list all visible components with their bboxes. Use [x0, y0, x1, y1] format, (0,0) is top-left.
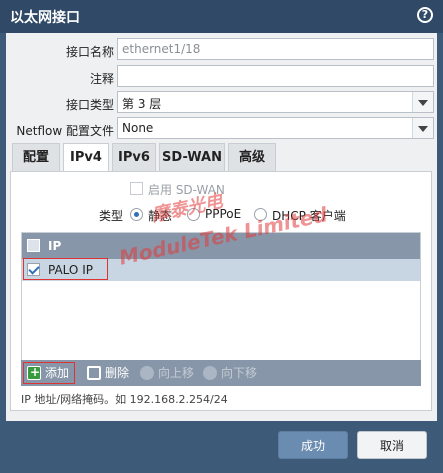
dialog-titlebar: 以太网接口 ? — [0, 0, 443, 33]
minus-icon — [87, 366, 101, 380]
ethernet-interface-dialog: 以太网接口 ? 接口名称 ethernet1/18 注释 接口类型 第 3 层 … — [0, 0, 443, 473]
tab-ipv4[interactable]: IPv4 — [63, 143, 109, 171]
comment-field[interactable] — [117, 65, 434, 87]
interface-type-value: 第 3 层 — [122, 97, 162, 111]
chevron-down-icon[interactable] — [412, 118, 433, 138]
tab-sdwan[interactable]: SD-WAN — [159, 143, 225, 171]
delete-button[interactable]: 删除 — [87, 364, 137, 382]
tab-advanced[interactable]: 高级 — [228, 143, 276, 171]
chevron-down-icon[interactable] — [412, 92, 433, 112]
delete-label: 删除 — [105, 366, 130, 380]
radio-pppoe-label: PPPoE — [205, 207, 242, 221]
ip-table-toolbar: + 添加 删除 向上移 向下移 — [21, 360, 421, 386]
interface-type-select[interactable]: 第 3 层 — [117, 91, 434, 113]
enable-sdwan-label: 启用 SD-WAN — [148, 183, 225, 197]
cancel-button[interactable]: 取消 — [357, 431, 427, 459]
move-up-label: 向上移 — [158, 366, 195, 380]
interface-name-field: ethernet1/18 — [117, 38, 434, 60]
dialog-content: 接口名称 ethernet1/18 注释 接口类型 第 3 层 Netflow … — [6, 33, 437, 421]
netflow-profile-select[interactable]: None — [117, 117, 434, 139]
tab-config[interactable]: 配置 — [12, 143, 60, 171]
move-down-label: 向下移 — [221, 366, 258, 380]
highlight-row — [23, 258, 108, 280]
move-up-button[interactable]: 向上移 — [140, 364, 202, 382]
ip-table-header: IP — [22, 233, 420, 259]
arrow-down-icon — [203, 366, 217, 380]
enable-sdwan-checkbox[interactable] — [130, 182, 143, 195]
ip-column-header: IP — [48, 239, 62, 253]
ok-button[interactable]: 成功 — [278, 431, 348, 459]
interface-name-label: 接口名称 — [65, 45, 114, 59]
radio-pppoe[interactable] — [187, 208, 200, 221]
ipv4-panel: 启用 SD-WAN 类型 静态 PPPoE DHCP 客户端 IP PALO I… — [10, 171, 432, 411]
netflow-profile-label: Netflow 配置文件 — [16, 124, 114, 138]
radio-dhcp-client-label: DHCP 客户端 — [272, 209, 346, 223]
move-down-button[interactable]: 向下移 — [203, 364, 265, 382]
dialog-title: 以太网接口 — [10, 10, 80, 26]
radio-dhcp-client[interactable] — [254, 208, 267, 221]
netflow-profile-value: None — [122, 121, 154, 135]
arrow-up-icon — [140, 366, 154, 380]
comment-label: 注释 — [89, 72, 114, 86]
address-type-label: 类型 — [99, 209, 124, 223]
select-all-checkbox[interactable] — [27, 239, 40, 252]
help-icon[interactable]: ? — [417, 7, 433, 23]
ip-format-hint: IP 地址/网络掩码。如 192.168.2.254/24 — [21, 393, 228, 406]
radio-static-label: 静态 — [148, 209, 173, 223]
radio-static[interactable] — [130, 208, 143, 221]
highlight-add — [23, 362, 75, 384]
tab-ipv6[interactable]: IPv6 — [112, 143, 156, 171]
interface-type-label: 接口类型 — [65, 98, 114, 112]
